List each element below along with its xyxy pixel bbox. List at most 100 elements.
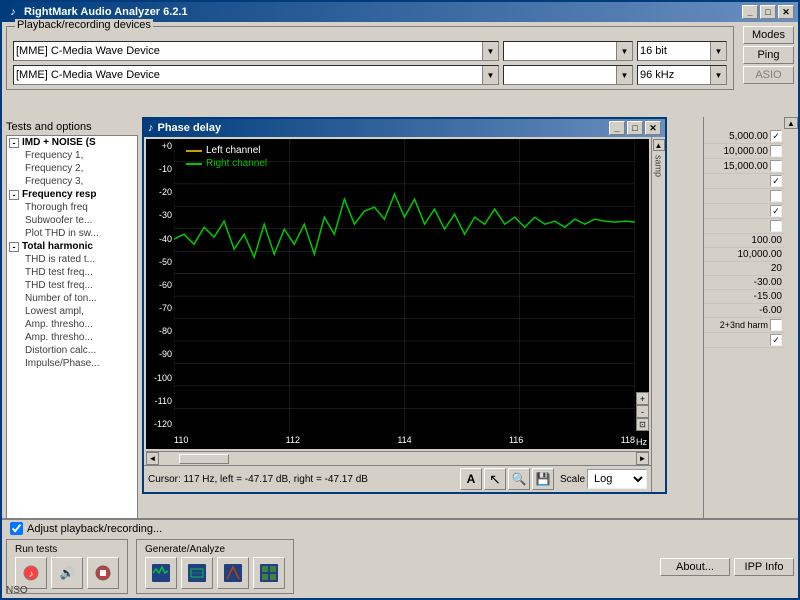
tree-plot-thd[interactable]: Plot THD in sw... [7, 227, 137, 240]
phase-maximize[interactable]: □ [627, 121, 643, 135]
phase-v-scrollbar[interactable]: ▲ samp [651, 137, 665, 492]
scale-select[interactable]: Log Lin [587, 469, 647, 489]
device1-combo[interactable]: [MME] C-Media Wave Device ▼ [13, 41, 499, 61]
option-row-6: ✓ [704, 204, 784, 219]
x-axis: 110 112 114 116 118 [174, 431, 635, 449]
freq-resp-label: Frequency resp [22, 189, 96, 200]
adjust-row: Adjust playback/recording... [2, 520, 798, 537]
y-label-60: -60 [148, 280, 172, 290]
y-label-50: -50 [148, 257, 172, 267]
bitdepth-arrow[interactable]: ▼ [710, 42, 726, 60]
minimize-button[interactable]: _ [742, 5, 758, 19]
device1-arrow[interactable]: ▼ [482, 42, 498, 60]
save-tool-btn[interactable]: 💾 [532, 468, 554, 490]
phase-delay-title-bar: ♪ Phase delay _ □ ✕ [144, 119, 665, 137]
tree-freq3[interactable]: Frequency 3, [7, 175, 137, 188]
cursor-tool-btn[interactable]: ↖ [484, 468, 506, 490]
tree-freq-resp[interactable]: - Frequency resp [7, 188, 137, 201]
option-check-14[interactable] [770, 319, 782, 331]
device2-combo[interactable]: [MME] C-Media Wave Device ▼ [13, 65, 499, 85]
legend-left-label: Left channel [206, 145, 261, 156]
option-row-15: ✓ [704, 333, 784, 348]
phase-close[interactable]: ✕ [645, 121, 661, 135]
tree-imd[interactable]: - IMD + NOISE (S [7, 136, 137, 149]
run-stop-btn[interactable] [87, 557, 119, 589]
app-icon: ♪ [6, 5, 20, 19]
option-check-5[interactable] [770, 190, 782, 202]
text-tool-btn[interactable]: A [460, 468, 482, 490]
gen-btn4[interactable] [253, 557, 285, 589]
option-check-4[interactable]: ✓ [770, 175, 782, 187]
tree-thd-test1[interactable]: THD test freq... [7, 266, 137, 279]
freq-resp-expand[interactable]: - [9, 190, 19, 200]
ipp-button[interactable]: IPP Info [734, 558, 794, 576]
bitdepth-combo[interactable]: 16 bit ▼ [637, 41, 727, 61]
tree-lowest-ampl[interactable]: Lowest ampl, [7, 305, 137, 318]
chart-legend: Left channel Right channel [186, 145, 267, 169]
option-row-3: 15,000.00 [704, 159, 784, 174]
imd-expand[interactable]: - [9, 138, 19, 148]
x-label-116: 116 [509, 435, 523, 445]
about-button[interactable]: About... [660, 558, 730, 576]
tree-amp-thresh1[interactable]: Amp. thresho... [7, 318, 137, 331]
y-label-80: -80 [148, 326, 172, 336]
device2-mid-combo[interactable]: ▼ [503, 65, 633, 85]
tree-impulse[interactable]: Impulse/Phase... [7, 357, 137, 370]
tree-amp-thresh2[interactable]: Amp. thresho... [7, 331, 137, 344]
option-check-15[interactable]: ✓ [770, 334, 782, 346]
gen-btn1[interactable] [145, 557, 177, 589]
svg-text:🔊: 🔊 [60, 565, 75, 580]
h-scrollbar[interactable]: ◄ ► [146, 451, 649, 465]
tree-thd-test2[interactable]: THD test freq... [7, 279, 137, 292]
playback-group: Playback/recording devices [MME] C-Media… [6, 26, 734, 90]
samplerate-arrow[interactable]: ▼ [710, 66, 726, 84]
chart-container: Left channel Right channel +0 -10 [144, 137, 651, 492]
chart-status-row: Cursor: 117 Hz, left = -47.17 dB, right … [144, 465, 651, 492]
zoom-fit-btn[interactable]: ⊡ [636, 418, 649, 431]
tree-freq1[interactable]: Frequency 1, [7, 149, 137, 162]
option-check-6[interactable]: ✓ [770, 205, 782, 217]
modes-button[interactable]: Modes [743, 26, 794, 44]
zoom-in-btn[interactable]: + [636, 392, 649, 405]
zoom-out-btn[interactable]: - [636, 405, 649, 418]
samplerate-combo[interactable]: 96 kHz ▼ [637, 65, 727, 85]
gen-btn3[interactable] [217, 557, 249, 589]
tree-thorough[interactable]: Thorough freq [7, 201, 137, 214]
device1-mid-arrow[interactable]: ▼ [616, 42, 632, 60]
option-check-3[interactable] [770, 160, 782, 172]
ping-button[interactable]: Ping [743, 46, 794, 64]
close-button[interactable]: ✕ [778, 5, 794, 19]
option-row-9: 10,000.00 [704, 248, 784, 262]
scroll-right-btn[interactable]: ► [636, 452, 649, 465]
adjust-label: Adjust playback/recording... [27, 523, 162, 535]
scroll-thumb[interactable] [179, 454, 229, 464]
tree-dist-calc[interactable]: Distortion calc... [7, 344, 137, 357]
option-check-2[interactable] [770, 145, 782, 157]
option-check-1[interactable]: ✓ [770, 130, 782, 142]
tree-subwoofer[interactable]: Subwoofer te... [7, 214, 137, 227]
option-row-14: 2+3nd harm [704, 318, 784, 333]
run-sound-btn[interactable]: 🔊 [51, 557, 83, 589]
asio-button[interactable]: ASIO [743, 66, 794, 84]
main-content: Playback/recording devices [MME] C-Media… [2, 22, 798, 98]
total-harmonic-expand[interactable]: - [9, 242, 19, 252]
tree-freq2[interactable]: Frequency 2, [7, 162, 137, 175]
maximize-button[interactable]: □ [760, 5, 776, 19]
playback-group-label: Playback/recording devices [15, 19, 153, 31]
device2-mid-arrow[interactable]: ▼ [616, 66, 632, 84]
hz-label: Hz [636, 437, 647, 447]
device2-arrow[interactable]: ▼ [482, 66, 498, 84]
tree-num-tones[interactable]: Number of ton... [7, 292, 137, 305]
scroll-left-btn[interactable]: ◄ [146, 452, 159, 465]
options-scrollbar-top[interactable]: ▲ [784, 117, 798, 129]
adjust-checkbox[interactable] [10, 522, 23, 535]
gen-btn2[interactable] [181, 557, 213, 589]
option-check-7[interactable] [770, 220, 782, 232]
main-window: ♪ RightMark Audio Analyzer 6.2.1 _ □ ✕ P… [0, 0, 800, 600]
phase-minimize[interactable]: _ [609, 121, 625, 135]
tree-thd-rated[interactable]: THD is rated t... [7, 253, 137, 266]
tree-total-harmonic[interactable]: - Total harmonic [7, 240, 137, 253]
scroll-up-btn[interactable]: ▲ [653, 139, 665, 151]
search-tool-btn[interactable]: 🔍 [508, 468, 530, 490]
device1-mid-combo[interactable]: ▼ [503, 41, 633, 61]
